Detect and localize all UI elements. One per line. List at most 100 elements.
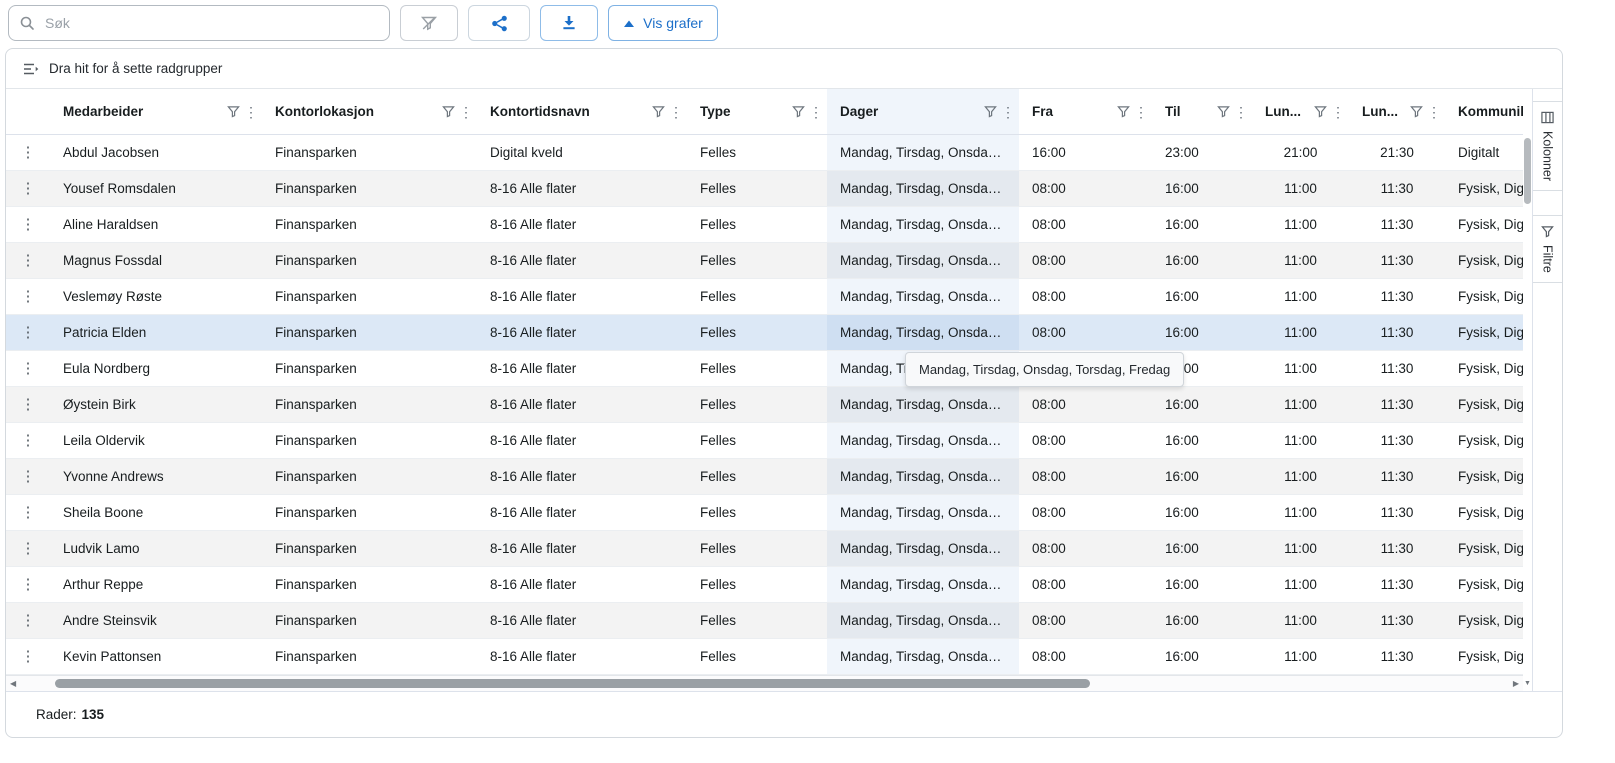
cell-fra[interactable]: 08:00 <box>1019 315 1152 350</box>
cell-lunsj_til[interactable]: 21:30 <box>1349 135 1445 170</box>
cell-til[interactable]: 16:00 <box>1152 279 1252 314</box>
cell-type[interactable]: Felles <box>687 243 827 278</box>
cell-fra[interactable]: 08:00 <box>1019 459 1152 494</box>
filter-icon[interactable] <box>792 105 805 118</box>
cell-type[interactable]: Felles <box>687 315 827 350</box>
cell-dager[interactable]: Mandag, Tirsdag, Onsdag, Torsdag, Fredag <box>827 531 1019 566</box>
cell-dager[interactable]: Mandag, Tirsdag, Onsdag, Torsdag, Fredag <box>827 135 1019 170</box>
cell-medarbeider[interactable]: Yousef Romsdalen <box>50 171 262 206</box>
cell-type[interactable]: Felles <box>687 279 827 314</box>
table-row[interactable]: ⋮Abdul JacobsenFinansparkenDigital kveld… <box>6 135 1523 171</box>
scroll-right-arrow-icon[interactable]: ▶ <box>1513 679 1519 689</box>
cell-lunsj_til[interactable]: 11:30 <box>1349 567 1445 602</box>
cell-lunsj_fra[interactable]: 11:00 <box>1252 351 1349 386</box>
cell-kontorlokasjon[interactable]: Finansparken <box>262 531 477 566</box>
row-menu-button[interactable]: ⋮ <box>6 279 50 314</box>
table-row[interactable]: ⋮Yvonne AndrewsFinansparken8-16 Alle fla… <box>6 459 1523 495</box>
column-menu-icon[interactable]: ⋮ <box>1234 105 1244 119</box>
cell-dager[interactable]: Mandag, Tirsdag, Onsdag, Torsdag, Fredag <box>827 315 1019 350</box>
cell-type[interactable]: Felles <box>687 387 827 422</box>
cell-fra[interactable]: 08:00 <box>1019 243 1152 278</box>
filter-icon[interactable] <box>984 105 997 118</box>
cell-dager[interactable]: Mandag, Tirsdag, Onsdag, Torsdag, Fredag <box>827 243 1019 278</box>
cell-dager[interactable]: Mandag, Tirsdag, Onsdag, Torsdag, Fredag <box>827 279 1019 314</box>
cell-kommunikasjon[interactable]: Digitalt <box>1445 135 1523 170</box>
cell-medarbeider[interactable]: Øystein Birk <box>50 387 262 422</box>
cell-medarbeider[interactable]: Yvonne Andrews <box>50 459 262 494</box>
column-header-lunsj_til[interactable]: Lun...⋮ <box>1349 89 1445 134</box>
cell-kommunikasjon[interactable]: Fysisk, Dig <box>1445 243 1523 278</box>
cell-kommunikasjon[interactable]: Fysisk, Dig <box>1445 315 1523 350</box>
cell-lunsj_fra[interactable]: 11:00 <box>1252 495 1349 530</box>
search-input[interactable] <box>43 14 379 32</box>
column-header-kontorlokasjon[interactable]: Kontorlokasjon⋮ <box>262 89 477 134</box>
table-row[interactable]: ⋮Leila OldervikFinansparken8-16 Alle fla… <box>6 423 1523 459</box>
cell-lunsj_til[interactable]: 11:30 <box>1349 243 1445 278</box>
cell-dager[interactable]: Mandag, Tirsdag, Onsdag, Torsdag, Fredag <box>827 495 1019 530</box>
cell-kommunikasjon[interactable]: Fysisk, Dig <box>1445 639 1523 674</box>
cell-kontorlokasjon[interactable]: Finansparken <box>262 423 477 458</box>
table-row[interactable]: ⋮Ludvik LamoFinansparken8-16 Alle flater… <box>6 531 1523 567</box>
table-row[interactable]: ⋮Veslemøy RøsteFinansparken8-16 Alle fla… <box>6 279 1523 315</box>
cell-lunsj_fra[interactable]: 11:00 <box>1252 531 1349 566</box>
table-row[interactable]: ⋮Øystein BirkFinansparken8-16 Alle flate… <box>6 387 1523 423</box>
cell-kontortidsnavn[interactable]: 8-16 Alle flater <box>477 567 687 602</box>
cell-til[interactable]: 16:00 <box>1152 243 1252 278</box>
table-row[interactable]: ⋮Andre SteinsvikFinansparken8-16 Alle fl… <box>6 603 1523 639</box>
cell-kontorlokasjon[interactable]: Finansparken <box>262 495 477 530</box>
horizontal-scrollbar-thumb[interactable] <box>55 679 1090 688</box>
cell-medarbeider[interactable]: Sheila Boone <box>50 495 262 530</box>
cell-kontortidsnavn[interactable]: 8-16 Alle flater <box>477 351 687 386</box>
cell-kontortidsnavn[interactable]: 8-16 Alle flater <box>477 603 687 638</box>
cell-kontorlokasjon[interactable]: Finansparken <box>262 567 477 602</box>
column-header-lunsj_fra[interactable]: Lun...⋮ <box>1252 89 1349 134</box>
cell-fra[interactable]: 08:00 <box>1019 603 1152 638</box>
column-menu-icon[interactable]: ⋮ <box>459 105 469 119</box>
cell-type[interactable]: Felles <box>687 207 827 242</box>
cell-type[interactable]: Felles <box>687 459 827 494</box>
vertical-scrollbar[interactable]: ▼ <box>1523 89 1532 691</box>
cell-lunsj_til[interactable]: 11:30 <box>1349 459 1445 494</box>
table-row[interactable]: ⋮Magnus FossdalFinansparken8-16 Alle fla… <box>6 243 1523 279</box>
cell-til[interactable]: 16:00 <box>1152 171 1252 206</box>
row-menu-button[interactable]: ⋮ <box>6 351 50 386</box>
cell-kontortidsnavn[interactable]: 8-16 Alle flater <box>477 639 687 674</box>
cell-dager[interactable]: Mandag, Tirsdag, Onsdag, Torsdag, Fredag <box>827 603 1019 638</box>
cell-lunsj_fra[interactable]: 11:00 <box>1252 171 1349 206</box>
cell-kommunikasjon[interactable]: Fysisk, Dig <box>1445 495 1523 530</box>
cell-lunsj_fra[interactable]: 11:00 <box>1252 207 1349 242</box>
column-header-til[interactable]: Til⋮ <box>1152 89 1252 134</box>
cell-kommunikasjon[interactable]: Fysisk, Dig <box>1445 279 1523 314</box>
cell-kontorlokasjon[interactable]: Finansparken <box>262 459 477 494</box>
cell-til[interactable]: 16:00 <box>1152 603 1252 638</box>
cell-kontortidsnavn[interactable]: 8-16 Alle flater <box>477 387 687 422</box>
table-row[interactable]: ⋮Patricia EldenFinansparken8-16 Alle fla… <box>6 315 1523 351</box>
scroll-down-arrow-icon[interactable]: ▼ <box>1523 680 1532 687</box>
cell-medarbeider[interactable]: Arthur Reppe <box>50 567 262 602</box>
cell-lunsj_fra[interactable]: 11:00 <box>1252 459 1349 494</box>
cell-type[interactable]: Felles <box>687 351 827 386</box>
cell-lunsj_til[interactable]: 11:30 <box>1349 207 1445 242</box>
cell-type[interactable]: Felles <box>687 423 827 458</box>
row-menu-button[interactable]: ⋮ <box>6 567 50 602</box>
cell-kommunikasjon[interactable]: Fysisk, Dig <box>1445 207 1523 242</box>
cell-fra[interactable]: 08:00 <box>1019 531 1152 566</box>
cell-til[interactable]: 16:00 <box>1152 387 1252 422</box>
filter-icon[interactable] <box>1314 105 1327 118</box>
cell-lunsj_til[interactable]: 11:30 <box>1349 639 1445 674</box>
cell-medarbeider[interactable]: Patricia Elden <box>50 315 262 350</box>
cell-kontorlokasjon[interactable]: Finansparken <box>262 243 477 278</box>
column-header-dager[interactable]: Dager⋮ <box>827 89 1019 134</box>
column-menu-icon[interactable]: ⋮ <box>1427 105 1437 119</box>
filter-icon[interactable] <box>652 105 665 118</box>
cell-kontorlokasjon[interactable]: Finansparken <box>262 135 477 170</box>
table-row[interactable]: ⋮Yousef RomsdalenFinansparken8-16 Alle f… <box>6 171 1523 207</box>
cell-type[interactable]: Felles <box>687 567 827 602</box>
cell-dager[interactable]: Mandag, Tirsdag, Onsdag, Torsdag, Fredag <box>827 207 1019 242</box>
table-row[interactable]: ⋮Aline HaraldsenFinansparken8-16 Alle fl… <box>6 207 1523 243</box>
cell-kontortidsnavn[interactable]: 8-16 Alle flater <box>477 531 687 566</box>
table-row[interactable]: ⋮Kevin PattonsenFinansparken8-16 Alle fl… <box>6 639 1523 675</box>
cell-fra[interactable]: 08:00 <box>1019 171 1152 206</box>
cell-kontorlokasjon[interactable]: Finansparken <box>262 639 477 674</box>
filter-icon[interactable] <box>1410 105 1423 118</box>
